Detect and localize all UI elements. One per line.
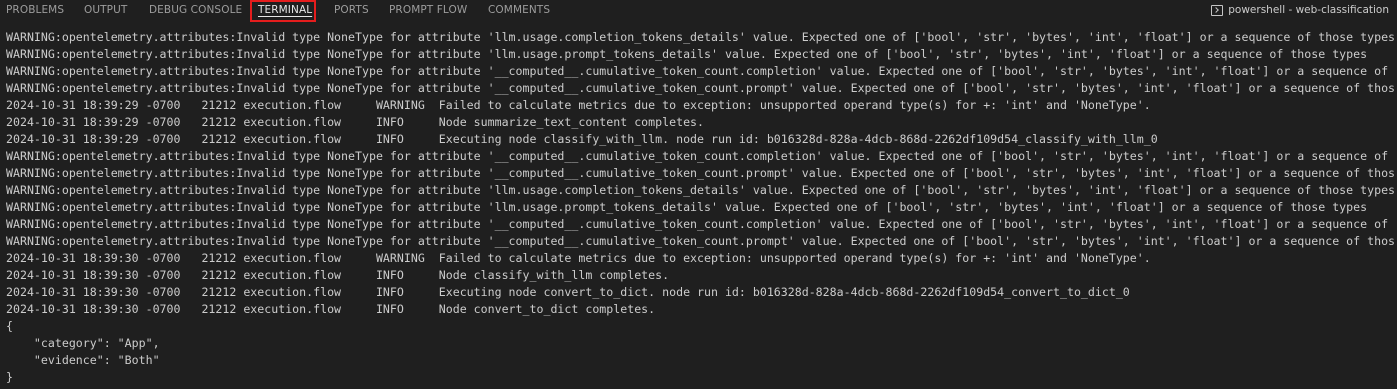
terminal-instance-selector[interactable]: powershell - web-classification bbox=[1211, 0, 1389, 20]
panel-tab-bar: PROBLEMS OUTPUT DEBUG CONSOLE TERMINAL P… bbox=[0, 0, 1397, 22]
terminal-tab-highlight bbox=[250, 0, 316, 22]
terminal-line: 2024-10-31 18:39:29 -0700 21212 executio… bbox=[6, 115, 705, 129]
terminal-line: WARNING:opentelemetry.attributes:Invalid… bbox=[6, 166, 1396, 180]
terminal-line: 2024-10-31 18:39:30 -0700 21212 executio… bbox=[6, 251, 1151, 265]
terminal-line: 2024-10-31 18:39:29 -0700 21212 executio… bbox=[6, 98, 1151, 112]
terminal-line: WARNING:opentelemetry.attributes:Invalid… bbox=[6, 149, 1389, 163]
terminal-line: { bbox=[6, 319, 13, 333]
terminal-line: WARNING:opentelemetry.attributes:Invalid… bbox=[6, 30, 1396, 44]
terminal-line: "category": "App", bbox=[6, 336, 160, 350]
tab-problems[interactable]: PROBLEMS bbox=[6, 0, 64, 20]
terminal-line: WARNING:opentelemetry.attributes:Invalid… bbox=[6, 234, 1396, 248]
terminal-icon bbox=[1211, 4, 1224, 16]
tab-debug-console[interactable]: DEBUG CONSOLE bbox=[149, 0, 242, 20]
terminal-line: } bbox=[6, 370, 13, 384]
terminal-line: WARNING:opentelemetry.attributes:Invalid… bbox=[6, 200, 1368, 214]
terminal-line: 2024-10-31 18:39:30 -0700 21212 executio… bbox=[6, 285, 1130, 299]
terminal-line: WARNING:opentelemetry.attributes:Invalid… bbox=[6, 217, 1389, 231]
tab-ports[interactable]: PORTS bbox=[334, 0, 369, 20]
terminal-line: WARNING:opentelemetry.attributes:Invalid… bbox=[6, 81, 1396, 95]
tab-output[interactable]: OUTPUT bbox=[84, 0, 127, 20]
tab-prompt-flow[interactable]: PROMPT FLOW bbox=[389, 0, 467, 20]
terminal-line: WARNING:opentelemetry.attributes:Invalid… bbox=[6, 47, 1368, 61]
terminal-line: 2024-10-31 18:39:30 -0700 21212 executio… bbox=[6, 302, 656, 316]
terminal-output[interactable]: WARNING:opentelemetry.attributes:Invalid… bbox=[6, 29, 1397, 389]
terminal-line: 2024-10-31 18:39:30 -0700 21212 executio… bbox=[6, 268, 670, 282]
terminal-line: WARNING:opentelemetry.attributes:Invalid… bbox=[6, 64, 1389, 78]
terminal-line: 2024-10-31 18:39:29 -0700 21212 executio… bbox=[6, 132, 1158, 146]
terminal-line: WARNING:opentelemetry.attributes:Invalid… bbox=[6, 183, 1396, 197]
terminal-line: "evidence": "Both" bbox=[6, 353, 160, 367]
terminal-instance-name: powershell - web-classification bbox=[1228, 4, 1389, 16]
tab-comments[interactable]: COMMENTS bbox=[488, 0, 550, 20]
